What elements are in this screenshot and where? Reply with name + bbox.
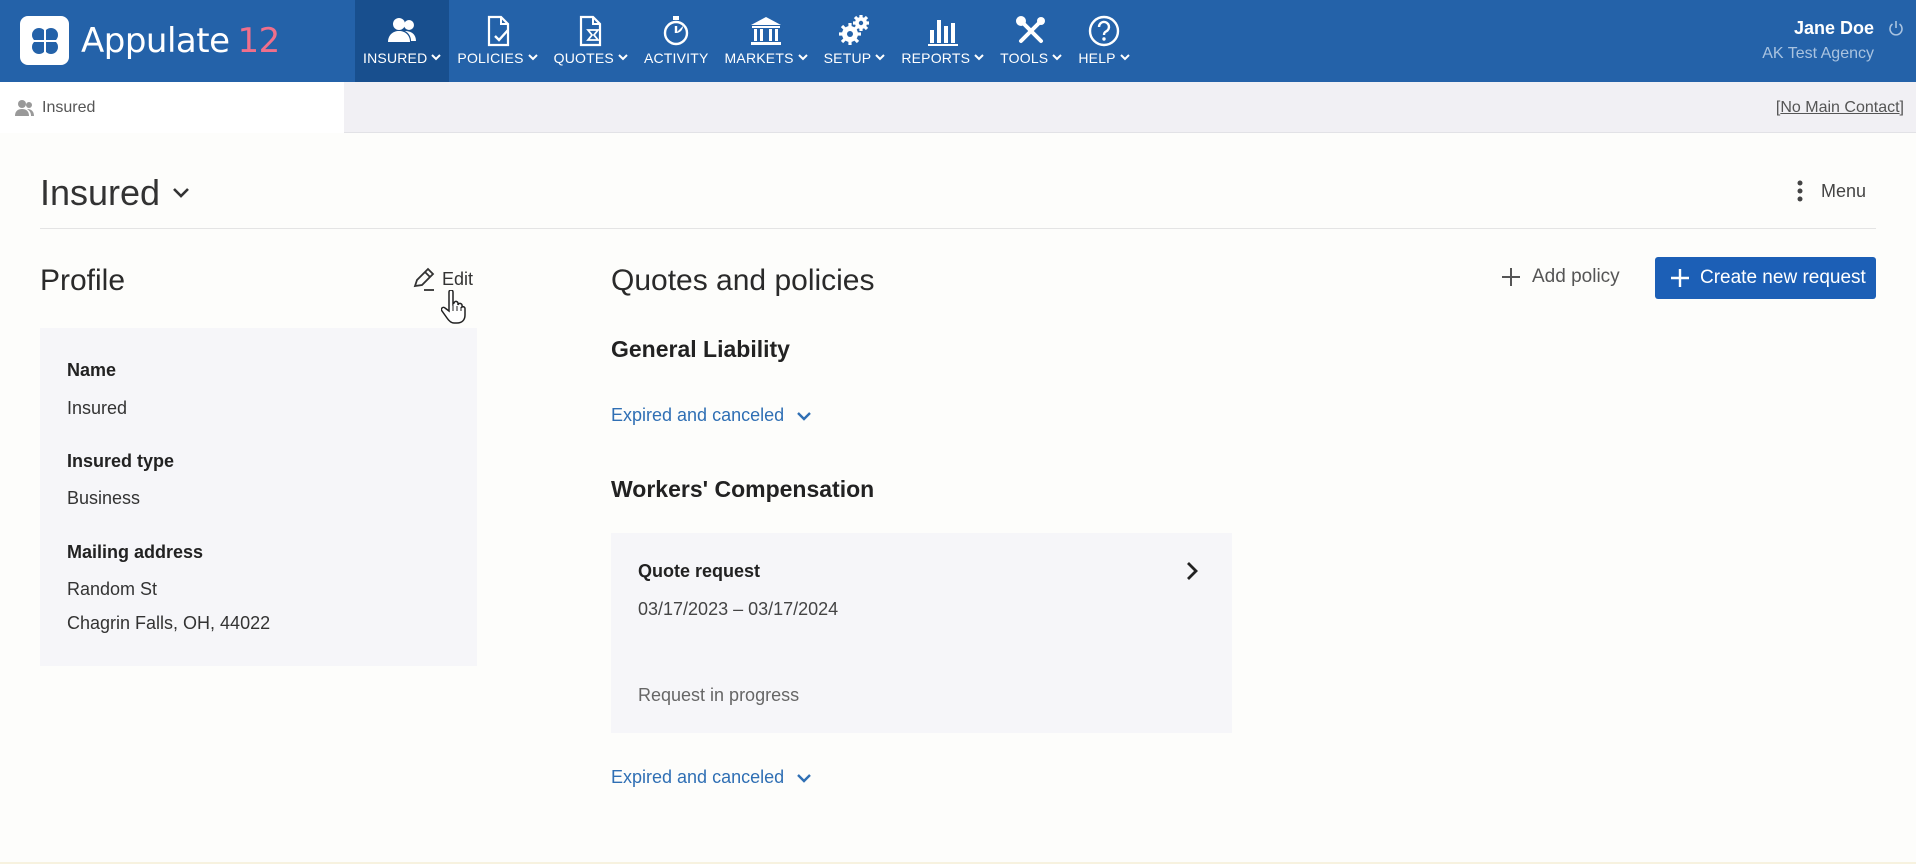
nav-quotes-label: QUOTES: [553, 50, 614, 66]
create-new-request-button[interactable]: Create new request: [1655, 257, 1876, 299]
workers-compensation-title: Workers' Compensation: [611, 476, 875, 502]
address-line2: Chagrin Falls, OH, 44022: [67, 613, 271, 633]
hand-cursor-icon: [441, 290, 466, 324]
nav-activity[interactable]: ACTIVITY: [636, 0, 717, 82]
help-icon: [1088, 15, 1120, 47]
add-policy-label: Add policy: [1532, 266, 1620, 287]
chevron-down-icon: [173, 188, 189, 198]
chevron-down-icon: [797, 773, 811, 783]
nav-help-label: HELP: [1078, 50, 1116, 66]
user-info[interactable]: Jane Doe AK Test Agency: [1762, 18, 1874, 63]
expired-label: Expired and canceled: [611, 405, 785, 425]
main-contact-label: No Main Contact: [1780, 99, 1900, 116]
nav-setup[interactable]: SETUP: [816, 0, 894, 82]
nav-help[interactable]: HELP: [1070, 0, 1137, 82]
edit-label: Edit: [442, 268, 474, 289]
main-nav: INSURED POLICIES QUOTES ACTIVITY MARKETS…: [355, 0, 1138, 82]
pencil-icon: [413, 267, 435, 291]
quotes-policies-title: Quotes and policies: [611, 264, 875, 297]
nav-insured[interactable]: INSURED: [355, 0, 450, 82]
edit-profile-button[interactable]: Edit: [410, 266, 473, 292]
plus-icon: [1671, 269, 1689, 287]
nav-activity-label: ACTIVITY: [643, 50, 709, 66]
users-icon: [15, 99, 34, 116]
power-icon[interactable]: [1888, 20, 1904, 36]
general-liability-expired-toggle[interactable]: Expired and canceled: [611, 405, 812, 426]
context-bar: Insured [No Main Contact]: [0, 82, 1916, 133]
menu-button[interactable]: Menu: [1797, 180, 1866, 202]
chevron-right-icon: [1187, 562, 1198, 580]
nav-setup-label: SETUP: [823, 50, 872, 66]
expired-label: Expired and canceled: [611, 767, 785, 787]
page-title-dropdown[interactable]: Insured: [40, 172, 190, 214]
quote-card-status: Request in progress: [638, 685, 800, 705]
mailing-address-label: Mailing address: [67, 542, 204, 562]
user-name: Jane Doe: [1793, 18, 1874, 38]
chevron-down-icon: [618, 53, 628, 60]
stopwatch-icon: [664, 16, 689, 46]
quote-request-card[interactable]: Quote request 03/17/2023 – 03/17/2024 Re…: [611, 533, 1232, 733]
gears-icon: [839, 15, 870, 45]
quote-card-title: Quote request: [638, 561, 761, 581]
nav-reports[interactable]: REPORTS: [893, 0, 992, 82]
app-logo[interactable]: Appulate 12: [20, 16, 280, 65]
bank-icon: [751, 17, 782, 45]
bar-chart-icon: [927, 20, 958, 46]
menu-label: Menu: [1820, 180, 1866, 201]
quote-card-dates: 03/17/2023 – 03/17/2024: [638, 599, 839, 619]
profile-title: Profile: [40, 264, 126, 297]
nav-policies[interactable]: POLICIES: [449, 0, 545, 82]
workers-comp-expired-toggle[interactable]: Expired and canceled: [611, 767, 812, 788]
insured-context-label: Insured: [42, 98, 96, 116]
kebab-menu-icon: [1797, 180, 1803, 202]
chevron-down-icon: [875, 53, 886, 60]
name-label: Name: [67, 360, 117, 380]
nav-policies-label: POLICIES: [457, 50, 524, 66]
chevron-down-icon: [797, 53, 808, 60]
address-line1: Random St: [67, 579, 158, 599]
chevron-down-icon: [974, 53, 984, 60]
header-divider: [40, 228, 1876, 229]
nav-tools-label: TOOLS: [1000, 50, 1049, 66]
chevron-down-icon: [527, 53, 538, 60]
nav-markets[interactable]: MARKETS: [717, 0, 816, 82]
main-contact-link[interactable]: [No Main Contact]: [1776, 99, 1904, 117]
nav-insured-label: INSURED: [363, 50, 428, 66]
chevron-down-icon: [1120, 53, 1130, 60]
insured-type-value: Business: [67, 488, 141, 508]
nav-reports-label: REPORTS: [901, 50, 971, 66]
policy-icon: [487, 15, 509, 47]
users-icon: [388, 18, 417, 42]
insured-context-tab[interactable]: Insured: [0, 82, 344, 133]
app-name: Appulate 12: [81, 20, 280, 61]
tools-icon: [1016, 16, 1046, 43]
page-title: Insured: [40, 172, 161, 213]
name-value: Insured: [67, 398, 128, 418]
nav-tools[interactable]: TOOLS: [992, 0, 1070, 82]
profile-card: Name Insured Insured type Business Maili…: [40, 328, 477, 666]
top-navigation-bar: Appulate 12 INSURED POLICIES QUOTES ACTIV…: [0, 0, 1916, 82]
clover-logo-icon: [20, 16, 69, 65]
chevron-down-icon: [431, 53, 442, 60]
insured-type-label: Insured type: [67, 451, 175, 471]
add-policy-button[interactable]: Add policy: [1500, 266, 1620, 288]
general-liability-title: General Liability: [611, 336, 790, 362]
chevron-down-icon: [797, 411, 811, 421]
create-request-label: Create new request: [1700, 267, 1866, 288]
user-agency: AK Test Agency: [1762, 45, 1874, 62]
plus-icon: [1502, 268, 1520, 286]
nav-quotes[interactable]: QUOTES: [546, 0, 636, 82]
chevron-down-icon: [1052, 53, 1063, 60]
nav-markets-label: MARKETS: [724, 50, 794, 66]
contact-bracket-close: ]: [1899, 99, 1904, 116]
quote-icon: [579, 15, 601, 47]
